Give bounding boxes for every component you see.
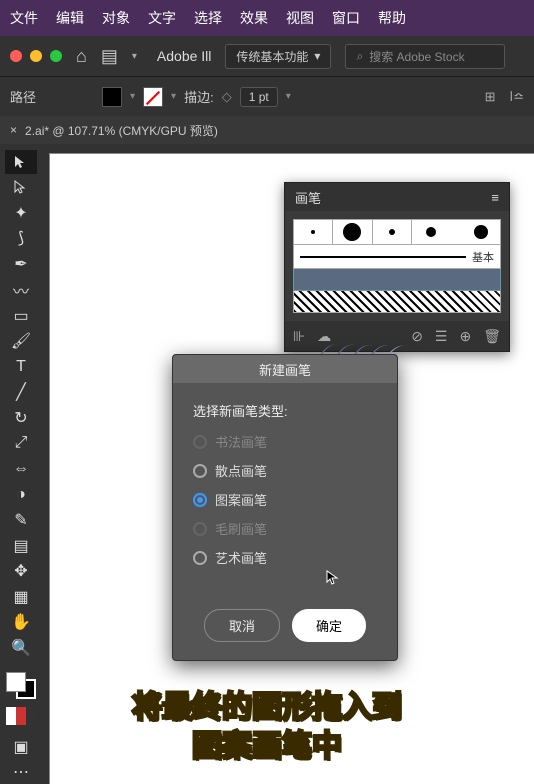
document-tab-bar: × 2.ai* @ 107.71% (CMYK/GPU 预览): [0, 116, 534, 144]
brushes-panel: 画笔 ≡ 基本 ⊪: [284, 182, 510, 352]
selected-brush-row[interactable]: [293, 269, 501, 291]
close-window-button[interactable]: [10, 50, 22, 62]
rectangle-tool[interactable]: ▭: [5, 304, 37, 328]
brush-options-icon[interactable]: ☰: [435, 328, 448, 345]
library-cloud-icon[interactable]: ☁: [317, 328, 331, 345]
menu-effect[interactable]: 效果: [240, 8, 268, 28]
scale-tool[interactable]: ⤢: [5, 432, 37, 456]
gradient-tool[interactable]: ▤: [5, 534, 37, 558]
dialog-title: 新建画笔: [173, 355, 397, 383]
menu-object[interactable]: 对象: [102, 8, 130, 28]
remove-stroke-icon[interactable]: ⊘: [411, 328, 423, 345]
basic-brush-row[interactable]: 基本: [293, 245, 501, 269]
curvature-tool[interactable]: 〰: [5, 278, 37, 302]
tab-close-icon[interactable]: ×: [10, 123, 17, 137]
magic-wand-tool[interactable]: ✦: [5, 201, 37, 225]
menu-edit[interactable]: 编辑: [56, 8, 84, 28]
menu-view[interactable]: 视图: [286, 8, 314, 28]
ok-button[interactable]: 确定: [292, 609, 366, 642]
window-controls: [10, 50, 62, 62]
radio-bristle-brush: 毛刷画笔: [193, 519, 377, 538]
shape-builder-tool[interactable]: ◑: [5, 483, 37, 507]
menu-file[interactable]: 文件: [10, 8, 38, 28]
radio-pattern-brush[interactable]: 图案画笔: [193, 490, 377, 509]
delete-brush-icon[interactable]: 🗑: [483, 328, 501, 345]
share-icon[interactable]: ا≏: [509, 89, 524, 105]
stroke-label: 描边:: [184, 87, 214, 106]
layout-icon[interactable]: ▤: [101, 46, 118, 67]
rotate-tool[interactable]: ↻: [5, 406, 37, 430]
width-tool[interactable]: ⇔: [5, 457, 37, 481]
calligraphic-brushes-row[interactable]: [293, 219, 501, 245]
minimize-window-button[interactable]: [30, 50, 42, 62]
maximize-window-button[interactable]: [50, 50, 62, 62]
symbol-sprayer-tool[interactable]: ✥: [5, 559, 37, 583]
hand-tool[interactable]: ✋: [5, 611, 37, 635]
pen-tool[interactable]: ✒: [5, 252, 37, 276]
chevron-down-icon[interactable]: ▾: [132, 51, 137, 62]
properties-bar: 路径 ▾ ▾ 描边: ◇ 1 pt ▾ ⊞ ا≏: [0, 76, 534, 116]
search-icon: ⌕: [356, 49, 363, 64]
pattern-brush-row[interactable]: [293, 291, 501, 313]
stock-search-input[interactable]: ⌕ 搜索 Adobe Stock: [345, 44, 505, 69]
new-brush-icon[interactable]: ⊕: [459, 328, 471, 345]
paintbrush-tool[interactable]: 🖌: [5, 329, 37, 353]
brushes-panel-title: 画笔: [295, 188, 321, 207]
radio-calligraphic-brush: 书法画笔: [193, 432, 377, 451]
fill-swatch[interactable]: [102, 87, 122, 107]
lasso-tool[interactable]: ⟆: [5, 227, 37, 251]
type-tool[interactable]: T: [5, 355, 37, 379]
stroke-swatch[interactable]: [143, 87, 163, 107]
menu-window[interactable]: 窗口: [332, 8, 360, 28]
cancel-button[interactable]: 取消: [204, 609, 280, 642]
app-name: Adobe Ill: [157, 48, 211, 64]
zoom-tool[interactable]: 🔍: [5, 636, 37, 660]
dialog-prompt-label: 选择新画笔类型:: [193, 401, 377, 420]
brush-libraries-icon[interactable]: ⊪: [293, 328, 305, 345]
main-menu-bar: 文件 编辑 对象 文字 选择 效果 视图 窗口 帮助: [0, 0, 534, 36]
menu-select[interactable]: 选择: [194, 8, 222, 28]
menu-help[interactable]: 帮助: [378, 8, 406, 28]
direct-selection-tool[interactable]: [5, 176, 37, 200]
document-tab-title[interactable]: 2.ai* @ 107.71% (CMYK/GPU 预览): [25, 122, 218, 139]
radio-art-brush[interactable]: 艺术画笔: [193, 548, 377, 567]
radio-scatter-brush[interactable]: 散点画笔: [193, 461, 377, 480]
selection-tool[interactable]: [5, 150, 37, 174]
artboard-tool[interactable]: ▦: [5, 585, 37, 609]
menu-text[interactable]: 文字: [148, 8, 176, 28]
instruction-caption: 将最终的图形拖入到 图案画笔中: [0, 688, 534, 766]
align-icon[interactable]: ⊞: [485, 89, 496, 105]
eyedropper-tool[interactable]: ✎: [5, 508, 37, 532]
home-icon[interactable]: ⌂: [76, 46, 87, 67]
app-toolbar: ⌂ ▤ ▾ Adobe Ill 传统基本功能▾ ⌕ 搜索 Adobe Stock: [0, 36, 534, 76]
stroke-weight-input[interactable]: 1 pt: [240, 87, 278, 107]
path-label: 路径: [10, 87, 36, 106]
line-tool[interactable]: ╱: [5, 381, 37, 405]
new-brush-dialog: 新建画笔 选择新画笔类型: 书法画笔 散点画笔 图案画笔 毛刷画笔 艺术画笔 取…: [172, 354, 398, 661]
workspace-preset-dropdown[interactable]: 传统基本功能▾: [225, 44, 331, 69]
panel-menu-icon[interactable]: ≡: [491, 190, 499, 205]
